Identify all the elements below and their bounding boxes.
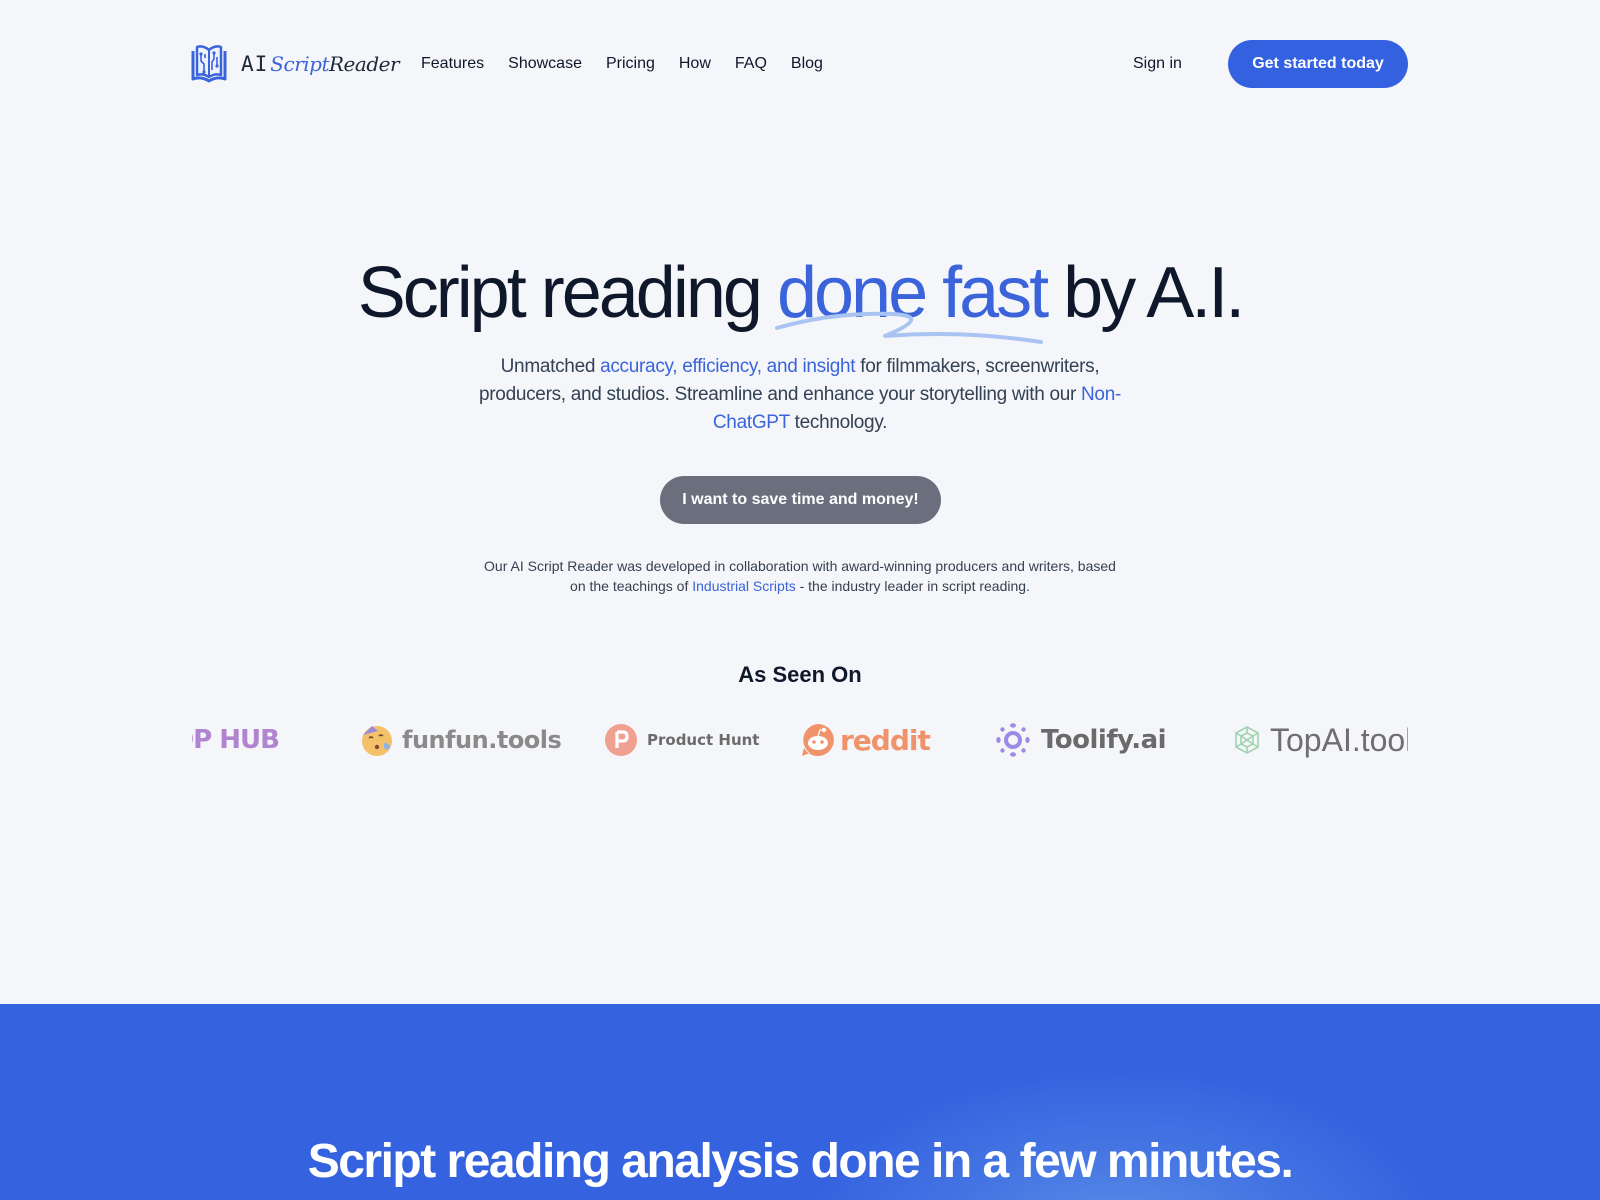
hero-title-highlight: done fast bbox=[774, 248, 1049, 344]
product-hunt-icon bbox=[605, 724, 637, 756]
logo-funfun-tools[interactable]: funfun.tools bbox=[360, 712, 562, 768]
save-time-button[interactable]: I want to save time and money! bbox=[660, 476, 941, 524]
get-started-button[interactable]: Get started today bbox=[1228, 40, 1408, 88]
logo-hub[interactable]: OP HUB bbox=[192, 712, 280, 768]
hero-title-start: Script reading bbox=[357, 253, 777, 333]
hero-sub-text-1: Unmatched bbox=[500, 356, 601, 377]
book-circuit-icon bbox=[191, 45, 227, 83]
brand-name-reader: Reader bbox=[329, 52, 400, 76]
brand-name-script: Script bbox=[270, 52, 329, 76]
hero-title-end: by A.I. bbox=[1046, 253, 1245, 333]
product-hunt-logo-text: Product Hunt bbox=[647, 731, 760, 749]
brand-name: AI Script Reader bbox=[241, 52, 400, 76]
collab-text-2: - the industry leader in script reading. bbox=[795, 578, 1030, 594]
funfun-logo-text: funfun.tools bbox=[402, 726, 562, 754]
nav-features[interactable]: Features bbox=[409, 50, 496, 78]
brand-name-ai: AI bbox=[241, 52, 269, 76]
logo-reddit[interactable]: reddit bbox=[800, 712, 931, 768]
hub-logo-text: OP HUB bbox=[192, 725, 280, 755]
section-title: Script reading analysis done in a few mi… bbox=[307, 1135, 1294, 1188]
reddit-logo-text: reddit bbox=[840, 723, 931, 757]
logo-topai-tools[interactable]: TopAI.tools bbox=[1232, 712, 1408, 768]
nav-blog[interactable]: Blog bbox=[779, 50, 835, 78]
sign-in-link[interactable]: Sign in bbox=[1121, 52, 1194, 76]
funfun-emoji-icon bbox=[362, 726, 392, 756]
as-seen-on-logos: OP HUB funfun.tools Product Hunt reddit bbox=[192, 712, 1408, 768]
hero-sub-highlight-1: accuracy, efficiency, and insight bbox=[600, 356, 856, 377]
hero-sub-text-3: technology. bbox=[789, 412, 888, 433]
toolify-logo-text: Toolify.ai bbox=[1041, 725, 1167, 755]
main-nav: Features Showcase Pricing How FAQ Blog bbox=[409, 50, 835, 78]
nav-faq[interactable]: FAQ bbox=[723, 50, 779, 78]
site-header: AI Script Reader Features Showcase Prici… bbox=[0, 0, 1600, 128]
toolify-icon bbox=[996, 723, 1030, 757]
nav-how[interactable]: How bbox=[667, 50, 723, 78]
reddit-icon bbox=[802, 724, 834, 756]
industrial-scripts-link[interactable]: Industrial Scripts bbox=[692, 578, 795, 594]
brand-logo[interactable]: AI Script Reader bbox=[190, 42, 400, 86]
topai-logo-text: TopAI.tools bbox=[1270, 721, 1408, 758]
hero-title-highlight-text: done fast bbox=[776, 253, 1049, 333]
topai-icon bbox=[1235, 726, 1259, 754]
hero-title: Script reading done fast by A.I. bbox=[0, 248, 1600, 344]
as-seen-on-title: As Seen On bbox=[738, 662, 862, 687]
hero-subtitle: Unmatched accuracy, efficiency, and insi… bbox=[470, 353, 1130, 437]
logo-toolify[interactable]: Toolify.ai bbox=[995, 712, 1167, 768]
collaboration-note: Our AI Script Reader was developed in co… bbox=[480, 556, 1120, 596]
nav-showcase[interactable]: Showcase bbox=[496, 50, 594, 78]
logo-product-hunt[interactable]: Product Hunt bbox=[605, 712, 759, 768]
nav-pricing[interactable]: Pricing bbox=[594, 50, 667, 78]
features-section: Script reading analysis done in a few mi… bbox=[0, 1004, 1600, 1200]
